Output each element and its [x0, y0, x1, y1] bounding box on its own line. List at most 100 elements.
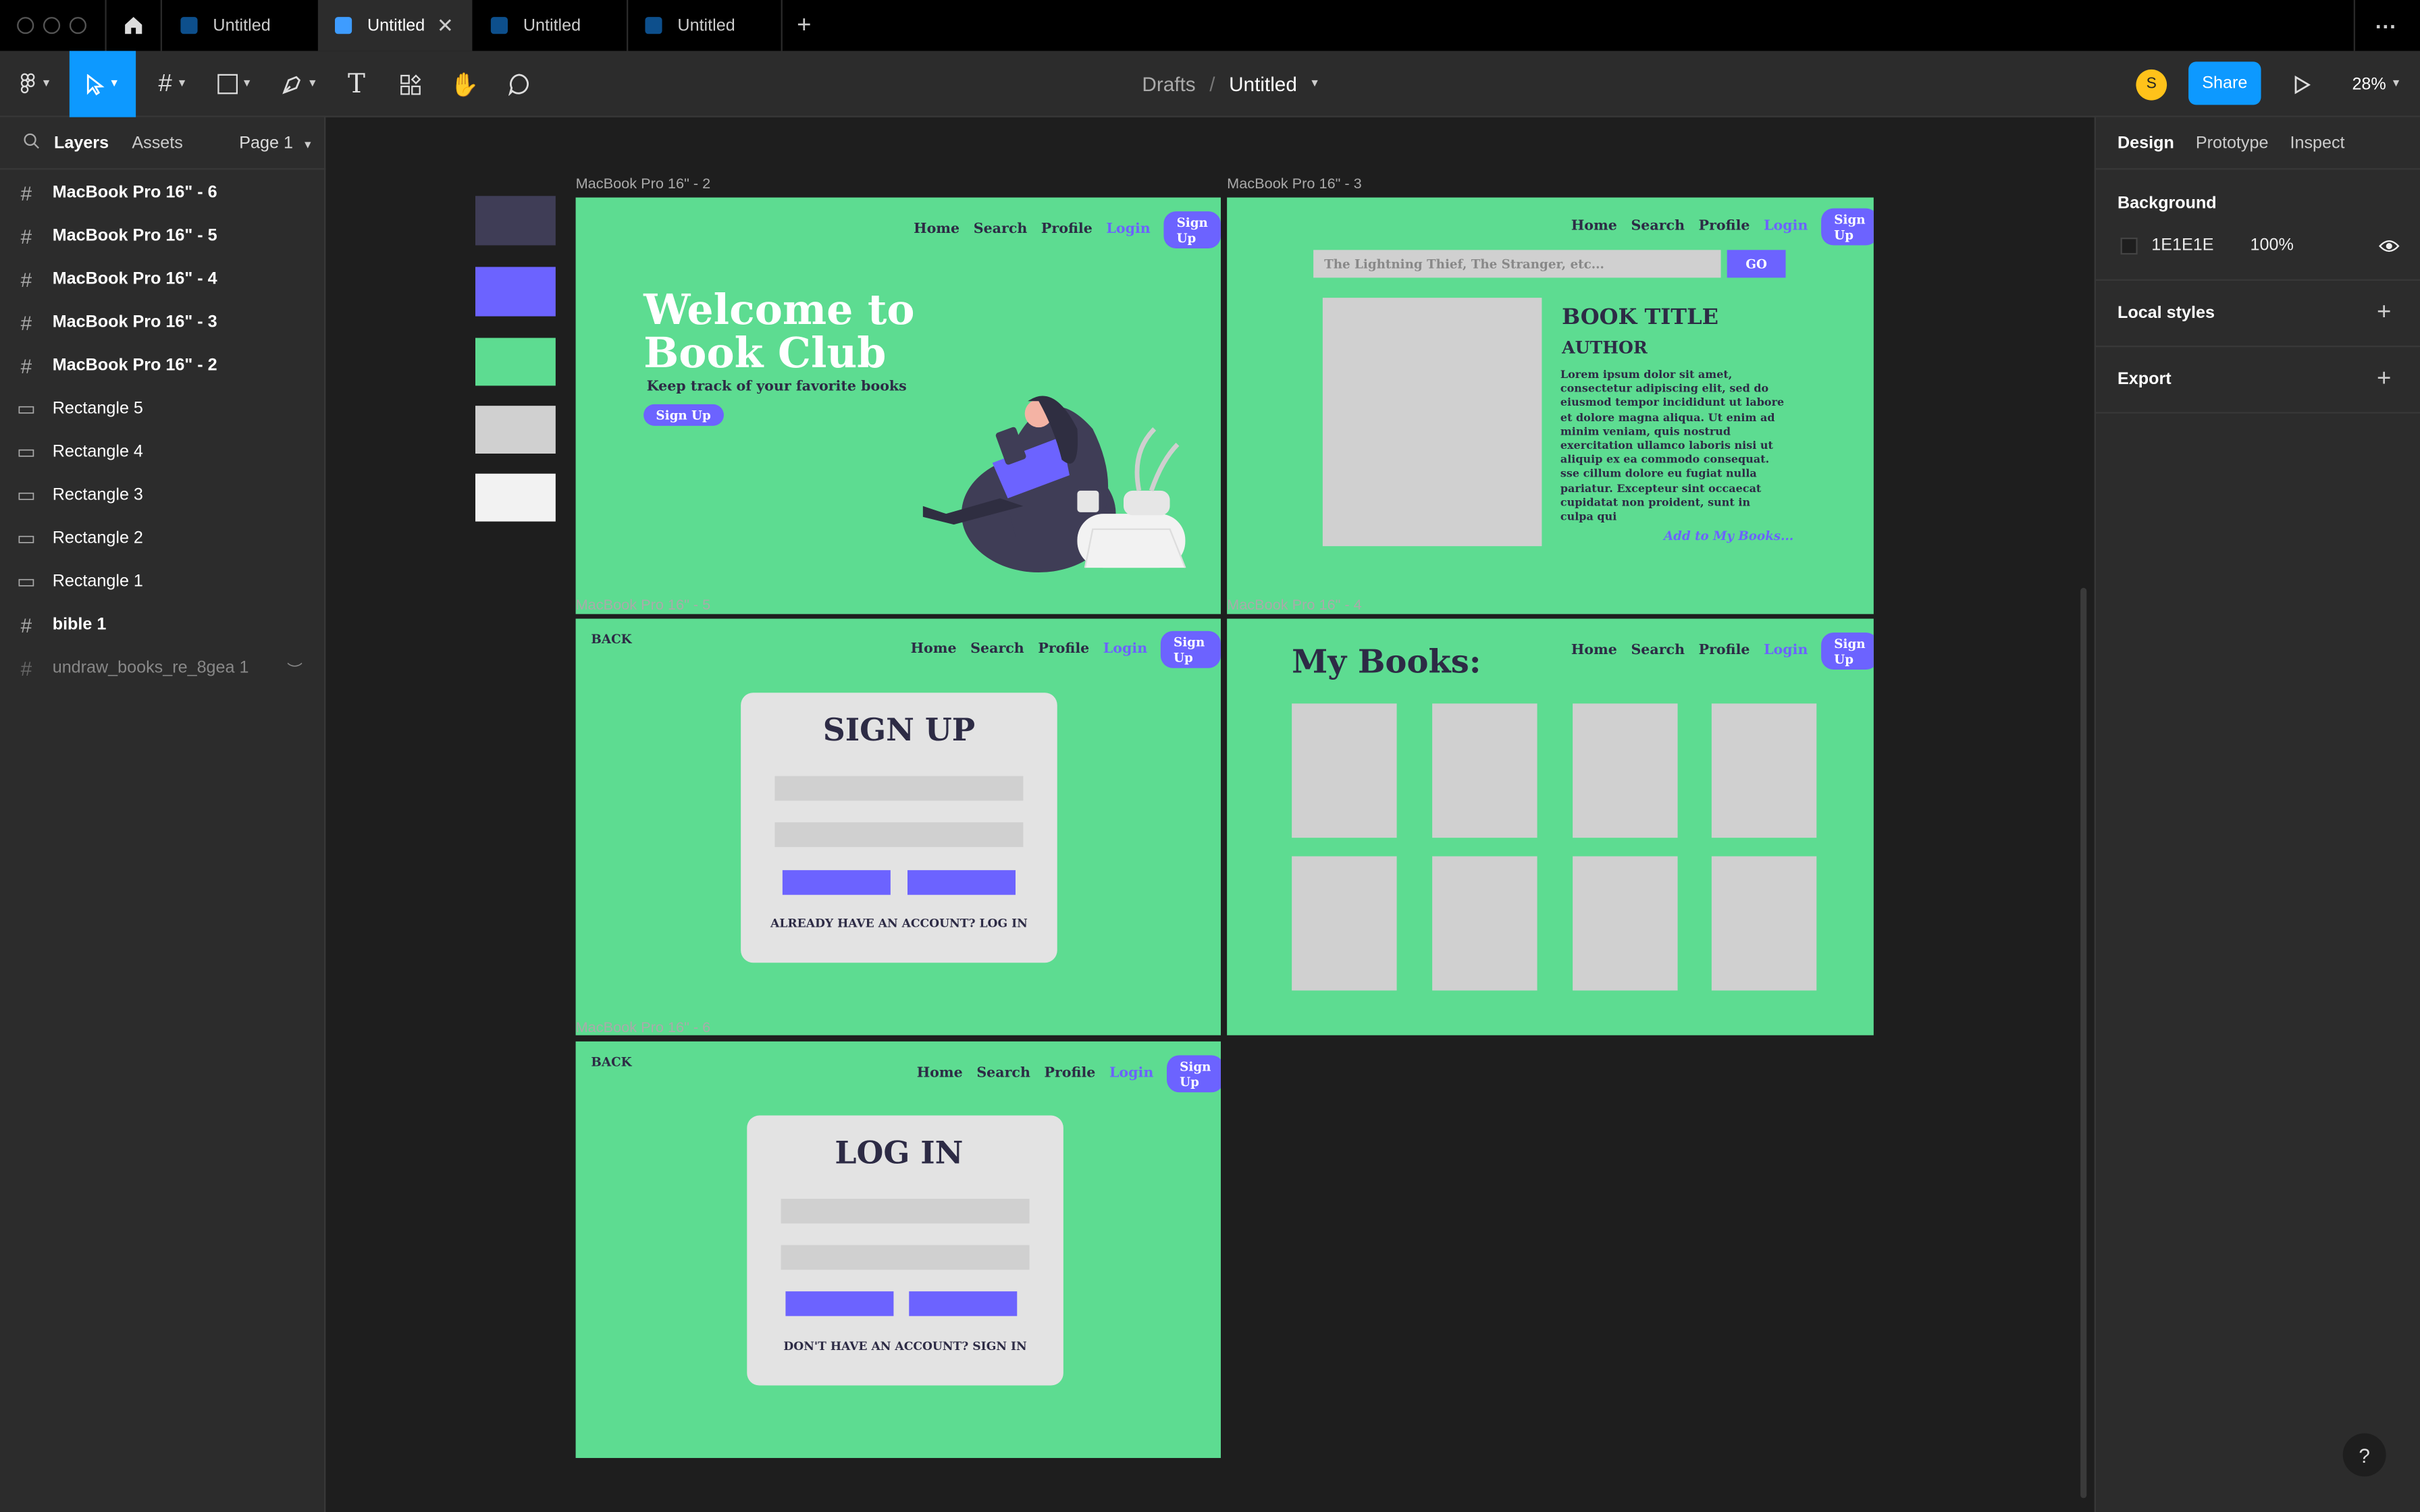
swatch-grey[interactable] — [475, 406, 556, 454]
share-button[interactable]: Share — [2188, 61, 2261, 105]
new-tab-button[interactable]: + — [787, 0, 821, 51]
search-icon[interactable] — [23, 132, 40, 153]
avatar[interactable]: S — [2136, 51, 2167, 117]
book-placeholder[interactable] — [1292, 703, 1397, 838]
main-menu-button[interactable]: ▼ — [12, 51, 59, 117]
pen-tool-button[interactable]: ▼ — [275, 51, 324, 117]
login-input-1[interactable] — [781, 1198, 1030, 1224]
book-placeholder[interactable] — [1711, 703, 1817, 838]
signup-input-1[interactable] — [774, 776, 1024, 801]
back-link[interactable]: BACK — [591, 1054, 631, 1069]
swatch-green[interactable] — [475, 338, 556, 386]
nav-home[interactable]: Home — [911, 642, 957, 657]
help-button[interactable]: ? — [2342, 1433, 2386, 1477]
nav-login[interactable]: Login — [1109, 1066, 1153, 1081]
background-opacity-input[interactable]: 100% — [2251, 236, 2294, 254]
more-menu-button[interactable]: ··· — [2361, 0, 2411, 51]
layer-row[interactable]: ▭ Rectangle 3 — [0, 474, 325, 517]
frame-my-books[interactable]: Home Search Profile Login Sign Up My Boo… — [1227, 618, 1874, 1035]
swatch-purple[interactable] — [475, 267, 556, 317]
frame-label[interactable]: MacBook Pro 16" - 6 — [576, 1020, 711, 1037]
login-input-2[interactable] — [781, 1245, 1030, 1270]
nav-login[interactable]: Login — [1103, 642, 1147, 657]
welcome-signup-button[interactable]: Sign Up — [643, 404, 724, 426]
nav-home[interactable]: Home — [917, 1066, 963, 1081]
home-tab[interactable] — [107, 0, 161, 51]
swatch-dark[interactable] — [475, 196, 556, 246]
frame-signup[interactable]: BACK Home Search Profile Login Sign Up S… — [575, 618, 1221, 1035]
nav-profile[interactable]: Profile — [1038, 642, 1089, 657]
nav-login[interactable]: Login — [1764, 219, 1808, 235]
book-placeholder[interactable] — [1573, 856, 1678, 991]
nav-home[interactable]: Home — [1571, 643, 1617, 659]
window-close-button[interactable] — [17, 17, 34, 34]
close-tab-icon[interactable]: ✕ — [437, 13, 454, 38]
tab-layers[interactable]: Layers — [54, 134, 109, 152]
breadcrumb-drafts-link[interactable]: Drafts — [1142, 72, 1195, 95]
book-placeholder[interactable] — [1573, 703, 1678, 838]
nav-login[interactable]: Login — [1106, 222, 1150, 238]
book-search-input[interactable]: The Lightning Thief, The Stranger, etc..… — [1313, 250, 1721, 278]
tab-design[interactable]: Design — [2118, 134, 2174, 152]
nav-search[interactable]: Search — [1631, 643, 1685, 659]
nav-home[interactable]: Home — [1571, 219, 1617, 235]
frame-login[interactable]: BACK Home Search Profile Login Sign Up L… — [575, 1041, 1221, 1458]
window-minimize-button[interactable] — [43, 17, 61, 34]
move-tool-button[interactable]: ▼ — [69, 51, 136, 117]
comment-tool-button[interactable] — [502, 51, 535, 117]
nav-profile[interactable]: Profile — [1041, 222, 1093, 238]
nav-signup-button[interactable]: Sign Up — [1822, 208, 1874, 246]
signup-button-1[interactable] — [782, 870, 891, 895]
book-placeholder[interactable] — [1711, 856, 1817, 991]
eye-icon[interactable] — [2378, 238, 2400, 254]
file-tab-2[interactable]: Untitled ✕ — [317, 0, 473, 51]
background-hex-input[interactable]: 1E1E1E — [2151, 236, 2213, 254]
nav-home[interactable]: Home — [914, 222, 959, 238]
add-export-icon[interactable]: + — [2377, 366, 2391, 394]
frame-label[interactable]: MacBook Pro 16" - 5 — [576, 597, 711, 614]
signup-footer-link[interactable]: ALREADY HAVE AN ACCOUNT? LOG IN — [741, 917, 1057, 931]
layer-row[interactable]: ▭ Rectangle 5 — [0, 387, 325, 431]
tab-prototype[interactable]: Prototype — [2196, 134, 2269, 152]
back-link[interactable]: BACK — [591, 631, 631, 647]
layer-row[interactable]: ▭ Rectangle 1 — [0, 560, 325, 603]
zoom-menu[interactable]: 28% ▼ — [2343, 51, 2411, 117]
add-local-style-icon[interactable]: + — [2377, 299, 2391, 327]
nav-search[interactable]: Search — [1631, 219, 1685, 235]
swatch-white[interactable] — [475, 473, 556, 522]
hand-tool-button[interactable]: ✋ — [448, 51, 481, 117]
frame-welcome[interactable]: Home Search Profile Login Sign Up Welcom… — [575, 197, 1221, 614]
frame-label[interactable]: MacBook Pro 16" - 4 — [1227, 597, 1362, 614]
present-button[interactable] — [2286, 51, 2317, 117]
layer-row[interactable]: ▭ Rectangle 4 — [0, 431, 325, 474]
layer-row[interactable]: # bible 1 — [0, 603, 325, 647]
page-selector[interactable]: Page 1 ▼ — [239, 134, 313, 152]
nav-search[interactable]: Search — [974, 222, 1028, 238]
shape-tool-button[interactable]: ▼ — [210, 51, 259, 117]
file-name[interactable]: Untitled — [1229, 72, 1297, 95]
components-tool-button[interactable] — [394, 51, 427, 117]
book-placeholder[interactable] — [1292, 856, 1397, 991]
nav-search[interactable]: Search — [970, 642, 1024, 657]
signup-input-2[interactable] — [774, 822, 1024, 847]
canvas[interactable]: MacBook Pro 16" - 2 Home Search Profile … — [325, 117, 2094, 1512]
nav-profile[interactable]: Profile — [1044, 1066, 1095, 1081]
frame-label[interactable]: MacBook Pro 16" - 3 — [1227, 176, 1362, 193]
layer-row[interactable]: # MacBook Pro 16" - 5 — [0, 215, 325, 258]
nav-login[interactable]: Login — [1764, 643, 1808, 659]
file-tab-1[interactable]: Untitled — [162, 0, 317, 51]
chevron-down-icon[interactable]: ▼ — [1309, 79, 1320, 90]
nav-signup-button[interactable]: Sign Up — [1164, 211, 1221, 248]
signup-button-2[interactable] — [907, 870, 1016, 895]
file-tab-4[interactable]: Untitled — [628, 0, 779, 51]
layer-row[interactable]: ▭ Rectangle 2 — [0, 517, 325, 560]
file-tab-3[interactable]: Untitled — [474, 0, 625, 51]
nav-profile[interactable]: Profile — [1699, 643, 1750, 659]
tab-inspect[interactable]: Inspect — [2290, 134, 2344, 152]
nav-signup-button[interactable]: Sign Up — [1167, 1055, 1221, 1093]
login-footer-link[interactable]: DON'T HAVE AN ACCOUNT? SIGN IN — [747, 1339, 1063, 1353]
login-button-1[interactable] — [785, 1291, 894, 1316]
book-placeholder[interactable] — [1432, 856, 1537, 991]
layer-row[interactable]: # undraw_books_re_8gea 1 ︶ — [0, 647, 325, 690]
nav-signup-button[interactable]: Sign Up — [1161, 630, 1221, 668]
